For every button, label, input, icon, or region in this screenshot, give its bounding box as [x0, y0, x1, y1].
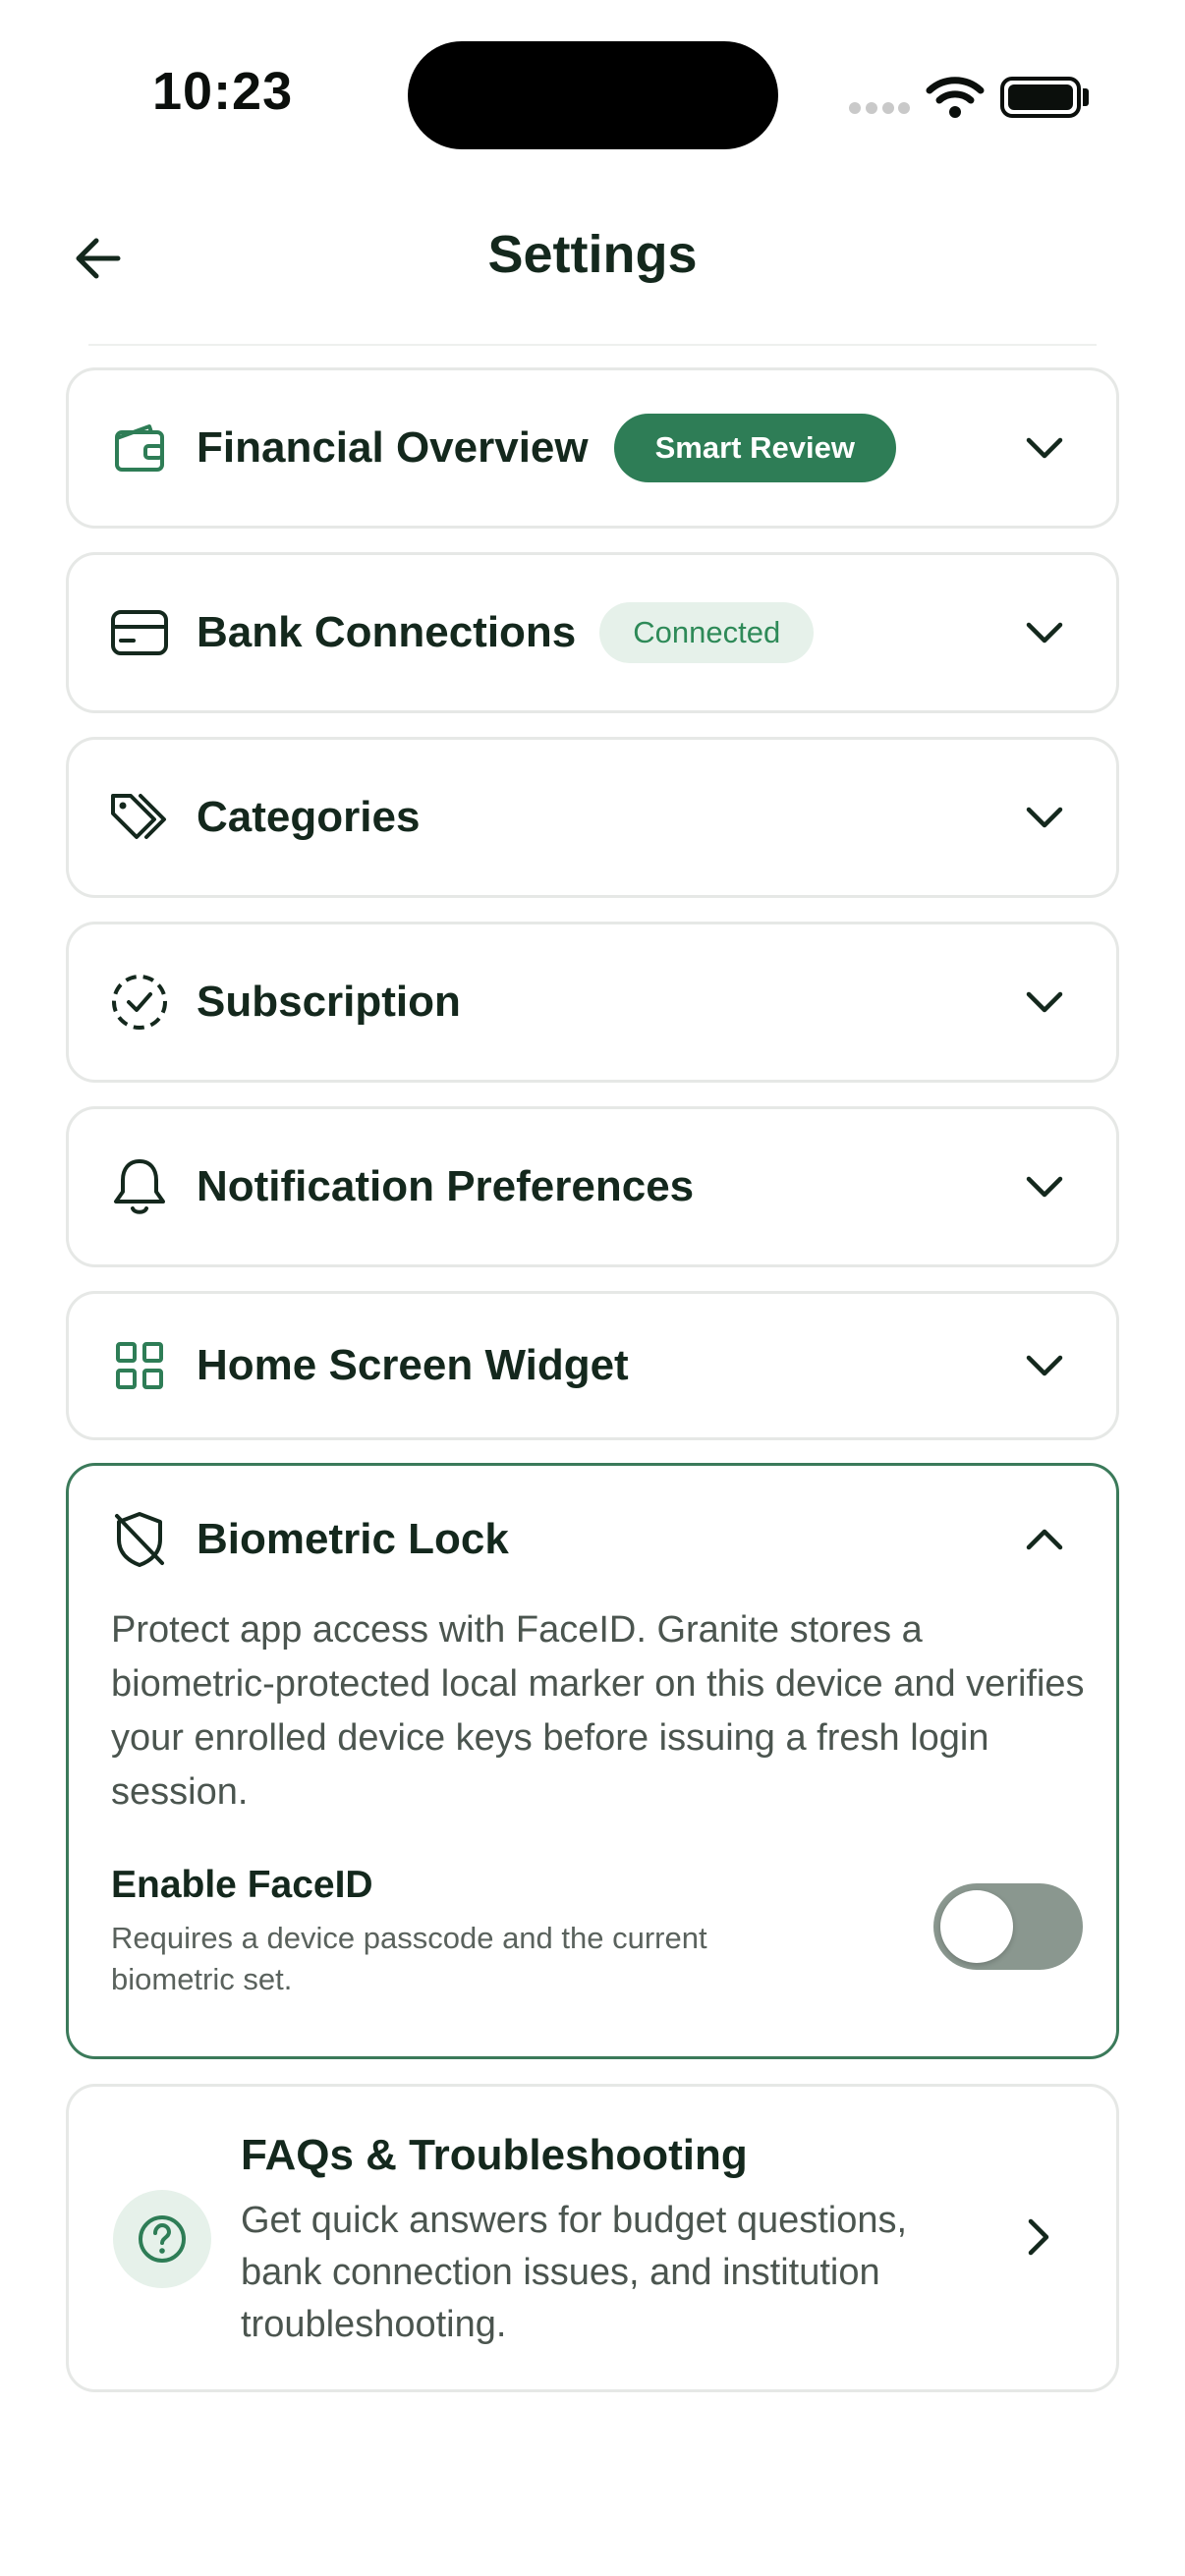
battery-cap [1083, 88, 1089, 106]
chevron-down-icon [1022, 980, 1067, 1025]
help-icon [113, 2190, 211, 2288]
section-home-screen-widget[interactable]: Home Screen Widget [66, 1291, 1119, 1440]
faq-card[interactable]: FAQs & Troubleshooting Get quick answers… [66, 2084, 1119, 2392]
section-financial-overview[interactable]: Financial Overview Smart Review [66, 367, 1119, 529]
section-subscription[interactable]: Subscription [66, 922, 1119, 1083]
dashed-check-circle-icon [108, 971, 171, 1034]
header-divider [88, 344, 1097, 346]
wallet-icon [108, 417, 171, 479]
section-label: Categories [197, 793, 421, 841]
chevron-down-icon [1022, 1343, 1067, 1388]
biometric-lock-header[interactable]: Biometric Lock [69, 1466, 1116, 1613]
section-notification-preferences[interactable]: Notification Preferences [66, 1106, 1119, 1267]
biometric-description: Protect app access with FaceID. Granite … [111, 1609, 1085, 1813]
battery-icon [1000, 77, 1081, 118]
smart-review-badge: Smart Review [613, 414, 896, 482]
toggle-knob [940, 1890, 1013, 1963]
chevron-down-icon [1022, 795, 1067, 840]
card-icon [108, 601, 171, 664]
status-bar: 10:23 [0, 0, 1185, 187]
section-biometric-lock: Biometric Lock Protect app access with F… [66, 1463, 1119, 2059]
section-label: Financial Overview [197, 423, 589, 472]
shield-off-icon [108, 1508, 171, 1571]
chevron-down-icon [1022, 610, 1067, 655]
section-label: Home Screen Widget [197, 1341, 629, 1389]
enable-faceid-label: Enable FaceID [111, 1864, 373, 1906]
section-categories[interactable]: Categories [66, 737, 1119, 898]
chevron-down-icon [1022, 1164, 1067, 1209]
section-label: Bank Connections [197, 608, 577, 656]
section-bank-connections[interactable]: Bank Connections Connected [66, 552, 1119, 713]
bell-icon [108, 1155, 171, 1218]
cellular-signal-icon [849, 102, 910, 116]
page-title: Settings [487, 225, 698, 284]
status-time: 10:23 [152, 62, 294, 121]
section-label: Biometric Lock [197, 1515, 509, 1563]
chevron-down-icon [1022, 425, 1067, 471]
enable-faceid-subtitle: Requires a device passcode and the curre… [111, 1921, 707, 1996]
section-label: Notification Preferences [197, 1162, 695, 1210]
connected-badge: Connected [599, 602, 815, 663]
faq-description: Get quick answers for budget questions, … [241, 2200, 908, 2345]
chevron-right-icon [1016, 2214, 1061, 2260]
wifi-icon [926, 75, 985, 123]
dynamic-island [408, 41, 778, 149]
tags-icon [108, 786, 171, 849]
chevron-up-icon [1022, 1517, 1067, 1562]
section-label: Subscription [197, 978, 461, 1026]
faq-title: FAQs & Troubleshooting [241, 2131, 748, 2179]
grid-icon [108, 1334, 171, 1397]
faceid-toggle[interactable] [933, 1883, 1083, 1970]
